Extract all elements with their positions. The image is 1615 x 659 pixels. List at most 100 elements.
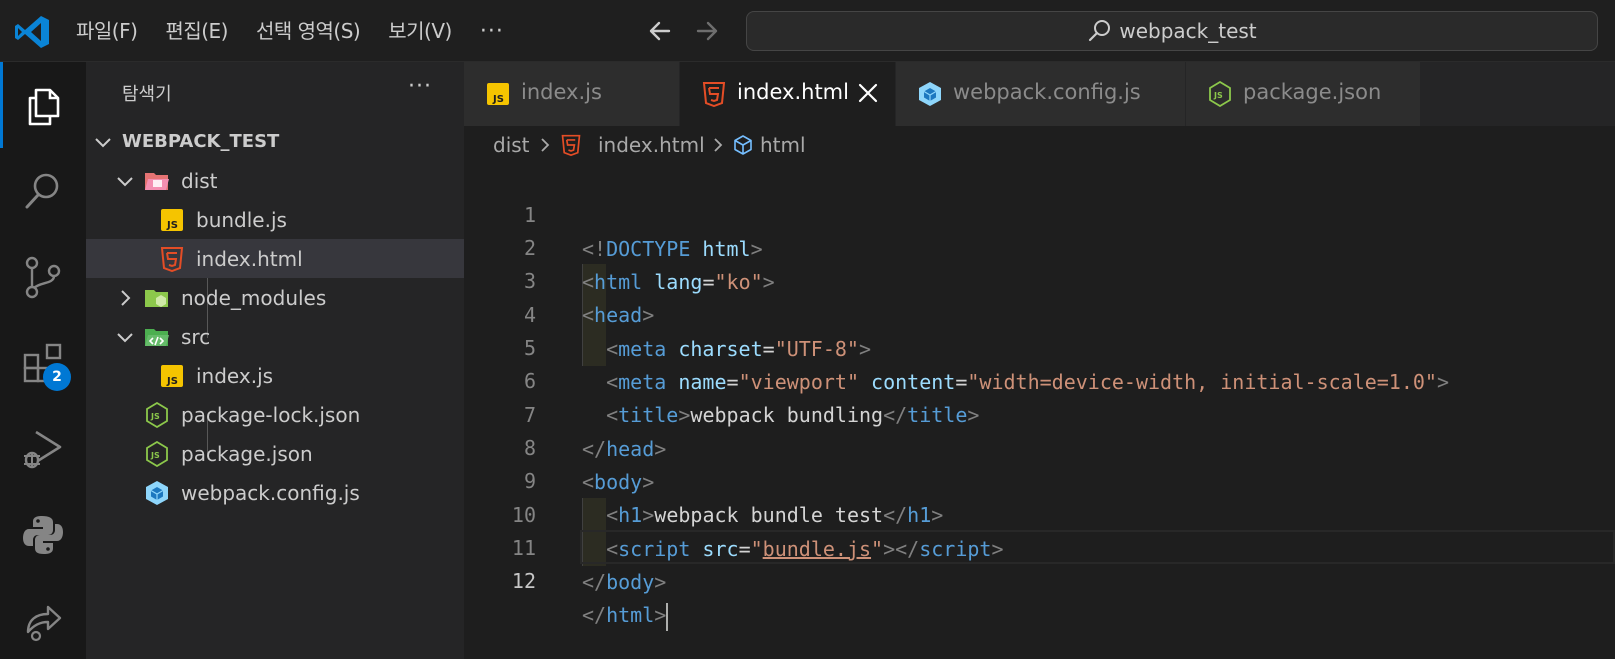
menu-bar: 파일(F) 편집(E) 선택 영역(S) 보기(V) ··· <box>62 0 518 62</box>
tree-file-bundle-js[interactable]: JS bundle.js <box>86 200 464 239</box>
tree-label: dist <box>181 168 218 193</box>
menu-file[interactable]: 파일(F) <box>62 11 151 51</box>
svg-text:JS: JS <box>1213 91 1223 100</box>
tab-label: package.json <box>1243 80 1382 104</box>
tree-label: bundle.js <box>196 207 287 232</box>
symbol-cube-icon <box>734 135 752 155</box>
folder-src-open-icon <box>145 328 169 346</box>
svg-text:JS: JS <box>492 94 504 105</box>
code-line: 11 </body> <box>464 497 1615 594</box>
menu-view[interactable]: 보기(V) <box>374 11 466 51</box>
tree-label: node_modules <box>181 285 327 310</box>
vscode-logo-icon <box>15 16 49 48</box>
run-debug-activity[interactable] <box>0 406 86 492</box>
code-line: 1 <!DOCTYPE html> <box>464 164 1615 261</box>
webpack-file-icon <box>146 480 168 505</box>
svg-text:JS: JS <box>166 220 178 231</box>
svg-text:JS: JS <box>166 376 178 387</box>
search-icon <box>1089 20 1111 42</box>
code-line: 6 <title>webpack bundling</title> <box>464 330 1615 427</box>
explorer-more-button[interactable]: ··· <box>408 74 432 99</box>
webpack-file-icon <box>919 82 941 106</box>
explorer-sidebar: 탐색기 ··· WEBPACK_TEST dist JS bundle.js i… <box>86 62 464 659</box>
tree-label: webpack.config.js <box>181 480 360 505</box>
tree-file-index-js[interactable]: JS index.js <box>86 356 464 395</box>
html5-file-icon <box>160 246 184 272</box>
command-center-search[interactable]: webpack_test <box>746 11 1598 51</box>
svg-text:JS: JS <box>150 412 160 421</box>
code-line: 10 <script src="bundle.js"></script> <box>464 464 1615 561</box>
tree-file-webpack-config-js[interactable]: webpack.config.js <box>86 473 464 512</box>
menu-edit[interactable]: 편집(E) <box>151 11 242 51</box>
explorer-activity[interactable] <box>0 62 86 148</box>
editor-tabs: JS index.js index.html webpack.config.js <box>464 62 1615 126</box>
breadcrumb-folder[interactable]: dist <box>493 133 530 157</box>
folder-node-icon <box>145 289 168 307</box>
python-icon <box>23 516 63 554</box>
menu-more-button[interactable]: ··· <box>466 19 518 44</box>
tree-folder-src[interactable]: src <box>86 317 464 356</box>
code-line: 12 </html> <box>464 530 1615 631</box>
close-icon[interactable] <box>855 80 881 106</box>
tab-index-html[interactable]: index.html <box>680 62 896 126</box>
back-arrow-icon[interactable] <box>643 14 677 48</box>
forward-arrow-icon[interactable] <box>690 14 724 48</box>
run-debug-icon <box>24 430 62 469</box>
html5-file-icon <box>561 134 581 156</box>
menu-selection[interactable]: 선택 영역(S) <box>242 11 374 51</box>
code-line: 7 </head> <box>464 364 1615 461</box>
breadcrumb: dist index.html html <box>464 126 1615 164</box>
code-line: 5 <meta name="viewport" content="width=d… <box>464 297 1615 394</box>
explorer-header: 탐색기 ··· <box>86 62 464 122</box>
nodejs-file-icon: JS <box>146 440 168 467</box>
code-line: 4 <meta charset="UTF-8"> <box>464 264 1615 361</box>
tree-folder-node-modules[interactable]: node_modules <box>86 278 464 317</box>
tree-folder-dist[interactable]: dist <box>86 161 464 200</box>
magnifier-icon <box>25 173 59 209</box>
html5-file-icon <box>702 82 726 107</box>
nodejs-file-icon: JS <box>1209 81 1231 107</box>
tree-label: index.html <box>196 246 303 271</box>
chevron-down-icon <box>117 176 133 186</box>
tree-file-package-lock-json[interactable]: JS package-lock.json <box>86 395 464 434</box>
nodejs-file-icon: JS <box>146 401 168 428</box>
tree-label: package.json <box>181 441 313 466</box>
search-text: webpack_test <box>1119 19 1257 43</box>
svg-text:JS: JS <box>150 451 160 460</box>
tab-label: webpack.config.js <box>953 80 1141 104</box>
live-share-icon <box>26 605 62 642</box>
chevron-right-icon <box>541 138 550 152</box>
extensions-activity[interactable]: 2 <box>0 320 86 406</box>
chevron-down-icon <box>117 332 133 342</box>
extensions-badge: 2 <box>43 363 71 391</box>
tab-package-json[interactable]: JS package.json <box>1186 62 1421 126</box>
javascript-file-icon: JS <box>487 83 509 105</box>
title-bar: 파일(F) 편집(E) 선택 영역(S) 보기(V) ··· webpack_t… <box>0 0 1615 62</box>
code-editor[interactable]: 1 <!DOCTYPE html> 2 <html lang="ko"> 3 <… <box>464 164 1615 659</box>
chevron-right-icon <box>714 138 723 152</box>
tree-label: package-lock.json <box>181 402 361 427</box>
code-line: 9 <h1>webpack bundle test</h1> <box>464 430 1615 527</box>
files-icon <box>28 88 59 126</box>
javascript-file-icon: JS <box>161 364 183 387</box>
tab-label: index.js <box>521 80 602 104</box>
remote-activity[interactable] <box>0 578 86 659</box>
editor-area: JS index.js index.html webpack.config.js <box>464 62 1615 659</box>
tree-root-webpack-test[interactable]: WEBPACK_TEST <box>86 122 464 161</box>
source-control-icon <box>25 256 61 299</box>
tab-index-js[interactable]: JS index.js <box>464 62 680 126</box>
tree-file-index-html[interactable]: index.html <box>86 239 464 278</box>
search-activity[interactable] <box>0 148 86 234</box>
tree-label: index.js <box>196 363 274 388</box>
tree-file-package-json[interactable]: JS package.json <box>86 434 464 473</box>
tab-webpack-config-js[interactable]: webpack.config.js <box>896 62 1186 126</box>
source-control-activity[interactable] <box>0 234 86 320</box>
javascript-file-icon: JS <box>161 208 183 231</box>
code-line: 8 <body> <box>464 397 1615 494</box>
breadcrumb-symbol[interactable]: html <box>760 133 806 157</box>
tree-root-label: WEBPACK_TEST <box>122 131 280 152</box>
python-activity[interactable] <box>0 492 86 578</box>
breadcrumb-file[interactable]: index.html <box>598 133 705 157</box>
code-line: 2 <html lang="ko"> <box>464 197 1615 294</box>
chevron-right-icon <box>121 289 131 306</box>
